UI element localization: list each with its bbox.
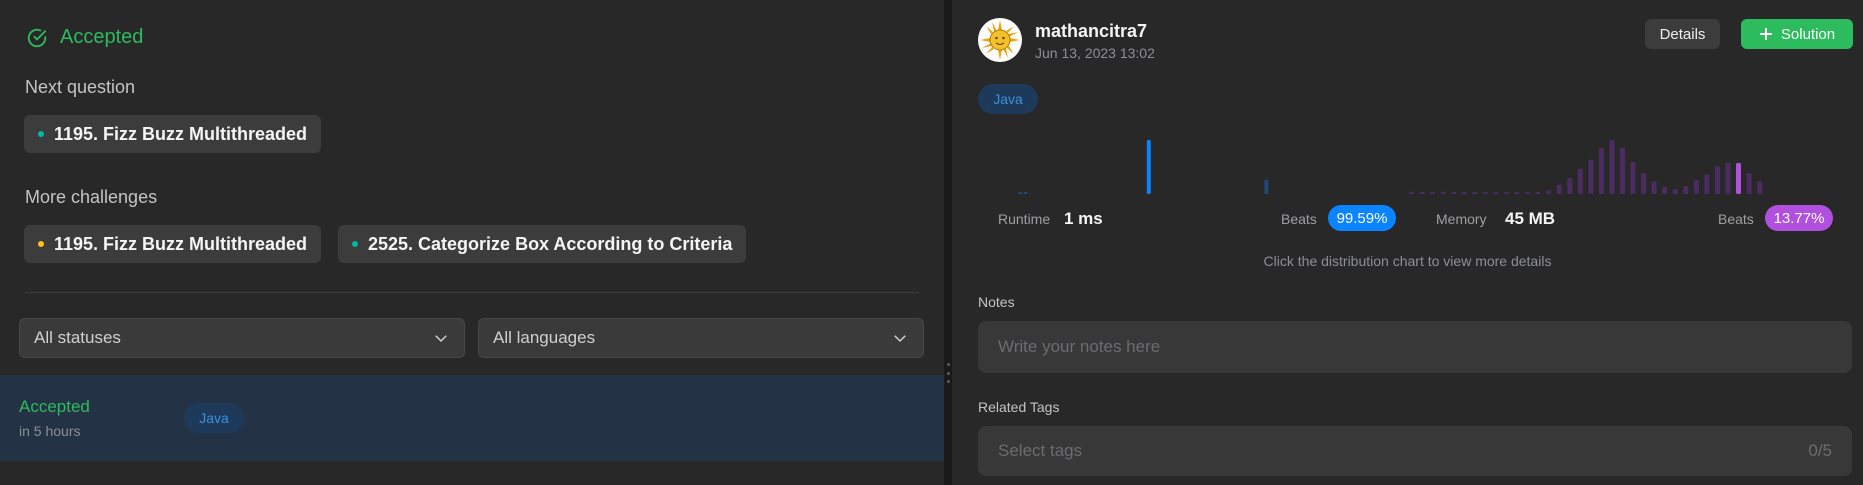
memory-label: Memory [1436,211,1487,227]
accepted-header: Accepted [26,26,143,49]
status-filter[interactable]: All statuses [19,318,465,358]
chart-bar[interactable] [1630,161,1636,194]
language-tag: Java [978,84,1038,114]
sun-avatar-icon [980,20,1020,60]
chart-bar[interactable] [1546,190,1552,194]
chart-bar[interactable] [1430,191,1436,194]
next-question-label: Next question [25,77,136,97]
memory-beats-badge: 13.77% [1765,205,1833,231]
difficulty-dot [38,131,44,137]
chart-bar[interactable] [1146,140,1151,194]
chart-bar[interactable] [1651,181,1657,194]
chart-bar[interactable] [1672,189,1678,194]
solution-label: Solution [1780,25,1836,43]
difficulty-dot [352,241,358,247]
memory-beats-label: Beats [1718,211,1754,227]
chart-bar[interactable] [1725,163,1731,194]
chart-bar[interactable] [1715,166,1720,194]
challenge-chip[interactable]: 2525. Categorize Box According to Criter… [338,225,747,263]
chart-bar[interactable] [1451,191,1457,194]
chart-bar[interactable] [1577,168,1583,194]
status-filter-value: All statuses [34,328,121,347]
chart-bar[interactable] [1472,191,1478,194]
related-tags-label: Related Tags [978,399,1060,415]
chart-bar[interactable] [1736,163,1741,194]
avatar[interactable] [978,18,1022,62]
chart-bar[interactable] [1746,173,1752,194]
challenge-chip[interactable]: 1195. Fizz Buzz Multithreaded [24,225,322,263]
plus-icon [1759,28,1772,40]
accepted-label: Accepted [60,26,144,48]
chart-hint: Click the distribution chart to view mor… [1263,253,1552,269]
tags-select[interactable]: Select tags 0/5 [978,426,1852,476]
submission-detail-panel: mathancitra7 Jun 13, 2023 13:02 Details … [952,0,1863,485]
language-filter-value: All languages [493,328,596,347]
chart-bar[interactable] [1693,180,1699,194]
notes-placeholder: Write your notes here [998,337,1161,356]
distribution-chart[interactable] [952,130,1863,195]
chip-title: 1195. Fizz Buzz Multithreaded [54,233,308,254]
check-circle-icon [27,28,47,47]
notes-input[interactable]: Write your notes here [978,321,1852,373]
details-button[interactable]: Details [1645,19,1720,49]
chevron-down-icon [894,335,906,343]
chart-bar[interactable] [1493,191,1499,194]
runtime-beats-label: Beats [1281,211,1317,227]
submission-row[interactable]: Accepted in 5 hours Java [0,375,944,461]
chart-bar[interactable] [1482,191,1488,194]
chart-bar[interactable] [1535,191,1541,194]
chart-bar[interactable] [1461,191,1467,194]
drag-handle-icon[interactable] [946,363,950,383]
chevron-down-icon [435,335,447,343]
solution-button[interactable]: Solution [1741,19,1853,49]
chart-bar[interactable] [1023,191,1028,194]
chart-bar[interactable] [1567,177,1573,194]
username[interactable]: mathancitra7 [1035,21,1147,42]
chart-bar[interactable] [1556,184,1562,194]
chart-bar[interactable] [1662,187,1668,194]
language-badge: Java [184,403,244,433]
memory-value: 45 MB [1505,209,1556,228]
chart-bar[interactable] [1018,192,1022,194]
chart-bar[interactable] [1641,173,1647,194]
chart-bar[interactable] [1588,159,1594,195]
submission-time: in 5 hours [19,423,81,439]
chart-bar[interactable] [1264,179,1269,195]
difficulty-dot [38,241,44,247]
next-question-chip[interactable]: 1195. Fizz Buzz Multithreaded [24,115,322,153]
submission-date: Jun 13, 2023 13:02 [1035,45,1155,61]
chart-bar[interactable] [1440,191,1446,194]
submission-status: Accepted [19,397,90,416]
chart-bar[interactable] [1525,191,1530,194]
chart-bar[interactable] [1419,191,1425,194]
chart-bar[interactable] [1504,191,1509,194]
chart-bar[interactable] [1598,148,1604,194]
chip-title: 1195. Fizz Buzz Multithreaded [54,123,308,144]
chart-bar[interactable] [1683,186,1689,194]
more-challenges-label: More challenges [25,187,158,207]
chart-bar[interactable] [1409,191,1414,194]
chart-bar[interactable] [1757,181,1763,194]
chart-bar[interactable] [1704,174,1710,195]
result-panel: Accepted Next question 1195. Fizz Buzz M… [0,0,944,485]
divider [25,292,919,293]
tags-placeholder: Select tags [998,441,1083,460]
chart-bar[interactable] [1620,148,1625,194]
tags-count: 0/5 [1808,441,1832,460]
language-filter[interactable]: All languages [478,318,924,358]
runtime-value: 1 ms [1064,209,1103,228]
chart-bar[interactable] [1514,191,1520,194]
splitter[interactable] [944,0,952,485]
runtime-label: Runtime [998,211,1051,227]
chart-bar[interactable] [1609,140,1615,194]
runtime-beats-badge: 99.59% [1328,205,1396,231]
notes-label: Notes [978,294,1015,310]
chip-title: 2525. Categorize Box According to Criter… [368,233,733,254]
